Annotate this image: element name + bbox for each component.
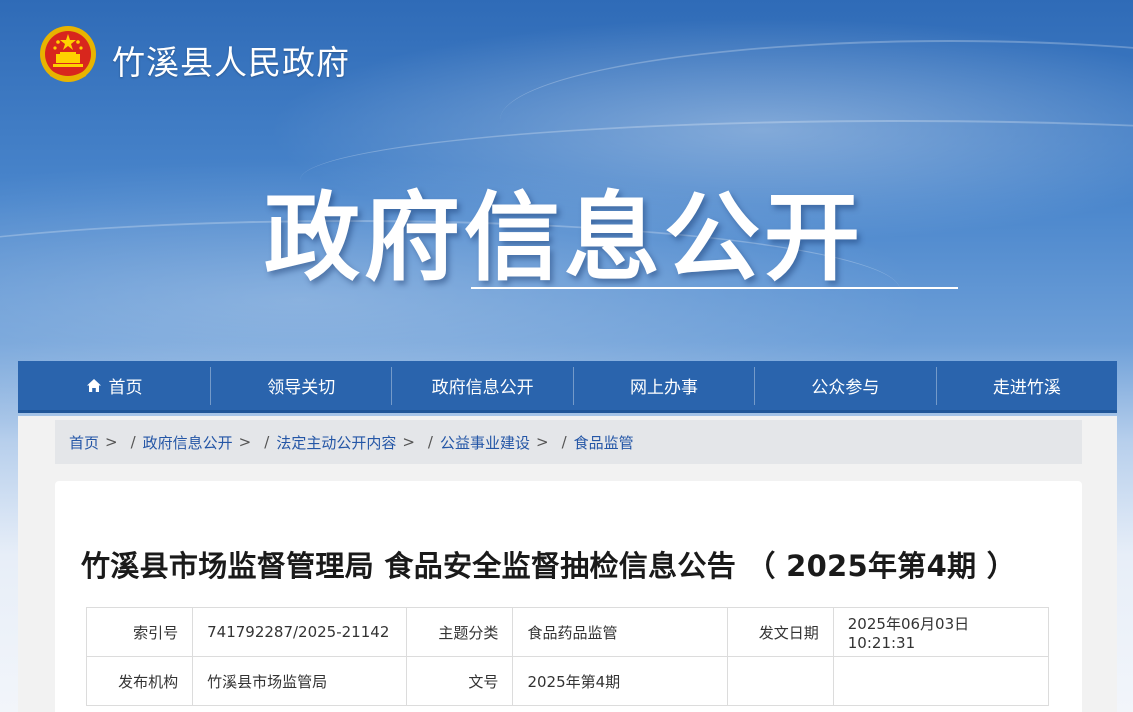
main-nav: 首页 领导关切 政府信息公开 网上办事 公众参与 走进竹溪	[18, 361, 1117, 413]
breadcrumb-slash: /	[130, 433, 136, 451]
site-name[interactable]: 竹溪县人民政府	[112, 36, 350, 84]
national-emblem-icon	[38, 24, 98, 86]
nav-item-participation[interactable]: 公众参与	[755, 366, 937, 405]
breadcrumb-separator: >	[535, 433, 549, 451]
meta-empty-cell	[726, 656, 834, 706]
nav-item-about[interactable]: 走进竹溪	[937, 367, 1117, 405]
breadcrumb-slash: /	[427, 433, 433, 451]
meta-label: 索引号	[85, 607, 194, 657]
meta-label: 发文日期	[726, 607, 834, 657]
nav-item-label: 政府信息公开	[431, 378, 534, 398]
meta-label: 文号	[406, 656, 514, 706]
nav-item-gov-info[interactable]: 政府信息公开	[392, 366, 574, 405]
breadcrumb-separator: >	[238, 433, 252, 451]
nav-item-label: 网上办事	[630, 378, 699, 398]
breadcrumb-item[interactable]: 首页	[69, 432, 99, 453]
breadcrumb-slash: /	[561, 433, 567, 451]
meta-value: 2025年第4期	[512, 656, 728, 706]
nav-item-leadership[interactable]: 领导关切	[211, 366, 393, 405]
article-title: 竹溪县市场监督管理局 食品安全监督抽检信息公告 （ 2025年第4期 ）	[81, 549, 1017, 583]
breadcrumb-item[interactable]: 法定主动公开内容	[276, 432, 396, 453]
breadcrumb-separator: >	[402, 433, 415, 451]
breadcrumb: 首页 > / 政府信息公开 > / 法定主动公开内容 > / 公益事业建设 > / 食品…	[55, 420, 1082, 464]
hero-underline	[471, 287, 958, 289]
nav-item-label: 领导关切	[267, 378, 336, 398]
breadcrumb-slash: /	[264, 433, 270, 451]
breadcrumb-separator: >	[105, 433, 118, 451]
nav-item-home[interactable]: 首页	[18, 366, 211, 405]
table-row: 发布机构 竹溪县市场监管局 文号 2025年第4期	[85, 656, 1050, 706]
hero-title: 政府信息公开	[264, 182, 864, 294]
nav-item-label: 公众参与	[811, 378, 880, 398]
meta-label: 主题分类	[406, 607, 514, 657]
meta-empty-cell	[832, 656, 1050, 706]
nav-item-label: 首页	[108, 378, 143, 398]
meta-value: 2025年06月03日 10:21:31	[832, 607, 1050, 657]
table-row: 索引号 741792287/2025-21142 主题分类 食品药品监管 发文日…	[85, 607, 1050, 657]
meta-value: 741792287/2025-21142	[192, 607, 408, 657]
home-icon	[86, 378, 102, 393]
article-meta-table: 索引号 741792287/2025-21142 主题分类 食品药品监管 发文日…	[85, 607, 1050, 706]
nav-item-label: 走进竹溪	[992, 378, 1061, 398]
breadcrumb-item[interactable]: 政府信息公开	[143, 432, 233, 453]
meta-value: 竹溪县市场监管局	[192, 656, 408, 706]
meta-label: 发布机构	[85, 656, 194, 706]
nav-item-online-service[interactable]: 网上办事	[574, 366, 756, 405]
meta-value: 食品药品监管	[512, 607, 728, 657]
breadcrumb-item[interactable]: 公益事业建设	[440, 432, 530, 453]
breadcrumb-item[interactable]: 食品监管	[574, 432, 634, 453]
